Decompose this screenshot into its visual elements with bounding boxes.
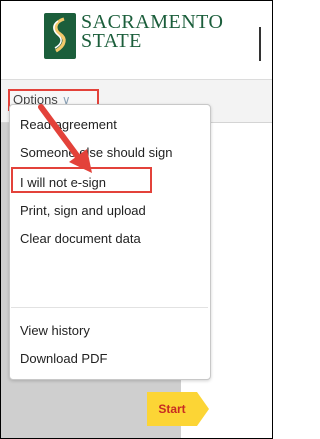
menu-item-read-agreement[interactable]: Read agreement xyxy=(20,117,117,132)
options-dropdown-menu: Read agreement Someone else should sign … xyxy=(9,104,211,380)
highlight-box-i-will-not-esign xyxy=(11,167,152,193)
menu-item-someone-else-should-sign[interactable]: Someone else should sign xyxy=(20,145,173,160)
menu-item-view-history[interactable]: View history xyxy=(20,323,90,338)
start-label: Start xyxy=(147,392,197,426)
menu-separator xyxy=(11,307,208,308)
sacramento-state-logo-icon xyxy=(44,13,76,59)
logo-wordmark: SACRAMENTO STATE xyxy=(81,12,223,52)
menu-item-print-sign-upload[interactable]: Print, sign and upload xyxy=(20,203,146,218)
logo-line-2: STATE xyxy=(81,30,142,52)
header-divider xyxy=(259,27,261,61)
start-arrow-tip xyxy=(197,392,209,426)
screenshot-frame: SACRAMENTO STATE Options ∨ Read agreement… xyxy=(0,0,273,439)
app-header: SACRAMENTO STATE xyxy=(1,1,272,80)
menu-item-download-pdf[interactable]: Download PDF xyxy=(20,351,107,366)
menu-item-clear-document-data[interactable]: Clear document data xyxy=(20,231,141,246)
